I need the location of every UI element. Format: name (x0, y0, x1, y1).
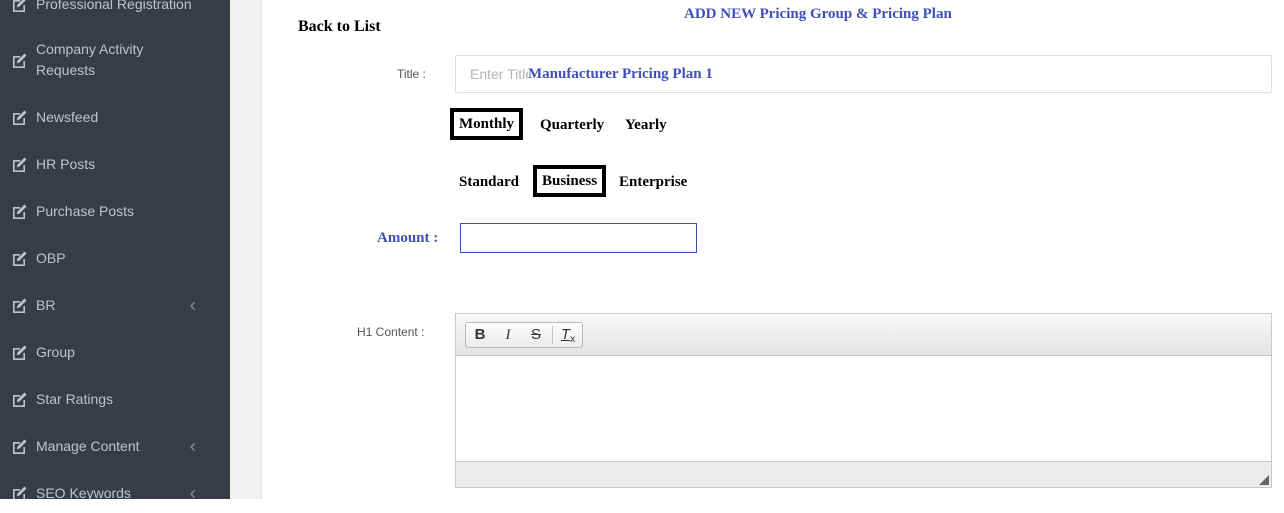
remove-format-sub: x (570, 334, 576, 345)
resize-grip-icon[interactable] (1259, 475, 1269, 485)
period-option-monthly[interactable]: Monthly (450, 108, 524, 140)
editor-footer (456, 461, 1271, 487)
remove-format-button[interactable]: Tx (554, 323, 582, 347)
tier-option-standard[interactable]: Standard (459, 173, 519, 192)
edit-icon (13, 204, 27, 219)
sidebar: Professional Registration Company Activi… (0, 0, 230, 499)
remove-format-label: T (560, 326, 571, 343)
sidebar-item-seo-keywords[interactable]: SEO Keywords (0, 483, 230, 499)
edit-icon (13, 439, 27, 454)
editor-content-area[interactable] (456, 357, 1271, 461)
sidebar-item-company-activity-requests[interactable]: Company Activity Requests (0, 39, 230, 81)
sidebar-item-label: Group (36, 344, 75, 360)
edit-icon (13, 251, 27, 266)
title-label: Title : (397, 67, 426, 81)
sidebar-item-newsfeed[interactable]: Newsfeed (0, 107, 230, 128)
title-value: Manufacturer Pricing Plan 1 (528, 66, 715, 83)
sidebar-item-obp[interactable]: OBP (0, 248, 230, 269)
h1-content-editor: B I S Tx (455, 313, 1272, 488)
strikethrough-button[interactable]: S (522, 323, 550, 347)
page-title: ADD NEW Pricing Group & Pricing Plan (684, 6, 952, 22)
sidebar-item-label: BR (36, 297, 56, 313)
amount-label: Amount : (377, 230, 439, 246)
edit-icon (13, 53, 27, 68)
edit-icon (13, 392, 27, 407)
edit-icon (13, 298, 27, 313)
sidebar-item-label: Newsfeed (36, 109, 99, 125)
chevron-left-icon (190, 302, 195, 310)
content-gutter (230, 0, 262, 499)
sidebar-item-manage-content[interactable]: Manage Content (0, 436, 230, 457)
sidebar-item-label: HR Posts (36, 156, 96, 172)
bold-button[interactable]: B (466, 323, 494, 347)
period-option-yearly[interactable]: Yearly (625, 116, 667, 135)
sidebar-item-purchase-posts[interactable]: Purchase Posts (0, 201, 230, 222)
title-placeholder: Enter Title (470, 66, 534, 82)
sidebar-item-label: Professional Registration (36, 0, 192, 12)
h1-content-label: H1 Content : (357, 325, 425, 339)
sidebar-item-label: Company Activity Requests (36, 41, 144, 78)
sidebar-item-star-ratings[interactable]: Star Ratings (0, 389, 230, 410)
edit-icon (13, 0, 26, 12)
sidebar-item-label: Star Ratings (36, 391, 114, 407)
sidebar-item-hr-posts[interactable]: HR Posts (0, 154, 230, 175)
toolbar-separator (552, 326, 553, 344)
chevron-left-icon (190, 490, 195, 498)
tier-option-business[interactable]: Business (533, 165, 607, 197)
edit-icon (13, 486, 27, 499)
tier-option-enterprise[interactable]: Enterprise (619, 173, 687, 192)
sidebar-item-label: SEO Keywords (36, 485, 131, 499)
sidebar-item-label: Purchase Posts (36, 203, 135, 219)
edit-icon (13, 110, 27, 125)
period-option-quarterly[interactable]: Quarterly (540, 116, 604, 135)
back-to-list-link[interactable]: Back to List (298, 18, 381, 36)
sidebar-item-label: Manage Content (36, 438, 140, 454)
sidebar-item-label: OBP (36, 250, 66, 266)
chevron-left-icon (190, 443, 195, 451)
edit-icon (13, 157, 27, 172)
sidebar-item-professional-registration[interactable]: Professional Registration (0, 0, 230, 15)
amount-input[interactable] (460, 223, 697, 253)
sidebar-item-group[interactable]: Group (0, 342, 230, 363)
sidebar-item-br[interactable]: BR (0, 295, 230, 316)
editor-button-group: B I S Tx (465, 322, 583, 348)
italic-button[interactable]: I (494, 323, 522, 347)
editor-toolbar: B I S Tx (456, 314, 1271, 356)
edit-icon (13, 345, 27, 360)
